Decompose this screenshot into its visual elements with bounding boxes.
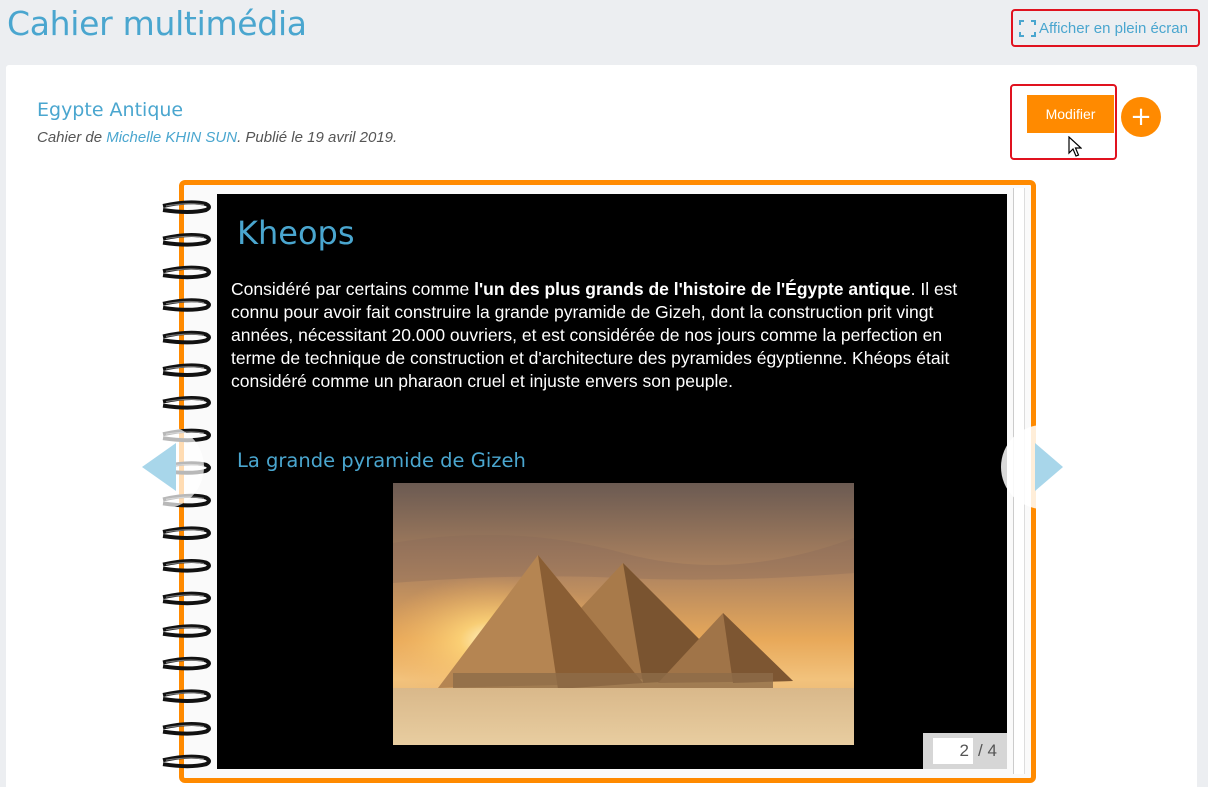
binding-ring [162, 265, 211, 280]
binding-ring [162, 689, 211, 703]
author-link[interactable]: Michelle KHIN SUN [106, 129, 237, 146]
binding-ring [162, 656, 211, 671]
binding-ring [162, 363, 211, 377]
binding-ring [162, 722, 211, 736]
page-current-input[interactable]: 2 [933, 738, 973, 764]
slide-subtitle: La grande pyramide de Gizeh [237, 449, 526, 472]
fullscreen-link[interactable]: Afficher en plein écran [1011, 9, 1200, 47]
meta-prefix: Cahier de [37, 129, 107, 146]
page-counter: 2 / 4 [923, 733, 1007, 769]
fullscreen-label: Afficher en plein écran [1039, 19, 1188, 37]
slide-title: Kheops [237, 214, 355, 252]
fullscreen-icon [1019, 19, 1036, 37]
notebook-page: Kheops Considéré par certains comme l'un… [217, 194, 1007, 769]
binding-ring [162, 526, 211, 540]
binding-ring [162, 233, 211, 247]
arrow-right-icon [1035, 443, 1063, 491]
binding-ring [162, 396, 211, 410]
text-bold: l'un des plus grands de l'histoire de l'… [474, 279, 911, 299]
binding-ring [162, 559, 211, 573]
add-page-button[interactable]: + [1121, 97, 1161, 137]
slide-text: Considéré par certains comme l'un des pl… [231, 278, 991, 393]
book-title[interactable]: Egypte Antique [37, 99, 183, 121]
binding-ring [162, 298, 211, 312]
mouse-cursor-icon [1068, 136, 1082, 157]
binding-ring [162, 624, 211, 638]
binding-ring [162, 591, 211, 606]
next-page-button[interactable] [1001, 425, 1085, 509]
arrow-left-icon [142, 443, 176, 491]
text-before: Considéré par certains comme [231, 279, 475, 299]
meta-suffix: . Publié le 19 avril 2019. [237, 129, 398, 146]
book-meta: Cahier de Michelle KHIN SUN. Publié le 1… [37, 129, 397, 146]
page-title: Cahier multimédia [7, 4, 307, 43]
pyramids-image [393, 483, 854, 745]
binding-ring [162, 330, 211, 345]
modify-button[interactable]: Modifier [1027, 95, 1114, 133]
binding-ring [162, 754, 211, 769]
binding-ring [162, 200, 211, 214]
page-total: / 4 [978, 741, 997, 760]
previous-page-button[interactable] [120, 425, 204, 509]
